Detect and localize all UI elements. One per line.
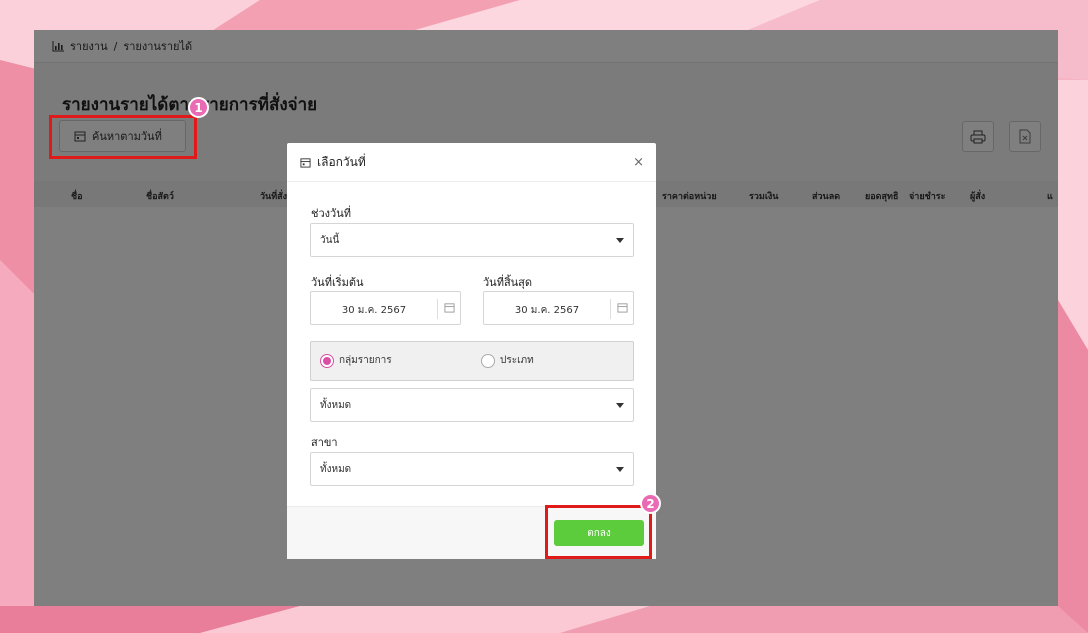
close-icon[interactable]: × [633, 155, 644, 170]
date-range-value: วันนี้ [320, 234, 340, 246]
end-date-label: วันที่สิ้นสุด [483, 276, 533, 289]
branch-value: ทั้งหมด [320, 463, 352, 475]
dialog-title: เลือกวันที่ [317, 154, 366, 169]
chevron-down-icon [616, 467, 624, 472]
radio-item-group[interactable]: กลุ่มรายการ [320, 353, 392, 368]
end-date-divider [610, 299, 611, 319]
radio-item-group-label: กลุ่มรายการ [339, 355, 392, 366]
start-date-input[interactable]: 30 ม.ค. 2567 [310, 291, 461, 325]
step-badge-1: 1 [188, 97, 209, 118]
highlight-ok-button [545, 505, 652, 559]
branch-label: สาขา [311, 436, 338, 449]
start-date-divider [437, 299, 438, 319]
filter-mode-radio-group: กลุ่มรายการ ประเภท [310, 341, 634, 381]
item-group-select[interactable]: ทั้งหมด [310, 388, 634, 422]
chevron-down-icon [616, 238, 624, 243]
item-group-value: ทั้งหมด [320, 399, 352, 411]
start-date-value: 30 ม.ค. 2567 [341, 305, 407, 316]
branch-select[interactable]: ทั้งหมด [310, 452, 634, 486]
calendar-icon[interactable] [617, 302, 628, 313]
chevron-down-icon [616, 403, 624, 408]
dialog-header: เลือกวันที่ [287, 143, 656, 182]
radio-item-type[interactable]: ประเภท [481, 353, 534, 368]
date-range-select[interactable]: วันนี้ [310, 223, 634, 257]
end-date-input[interactable]: 30 ม.ค. 2567 [483, 291, 634, 325]
end-date-value: 30 ม.ค. 2567 [514, 305, 580, 316]
date-range-label: ช่วงวันที่ [311, 207, 351, 220]
highlight-search-button [49, 115, 197, 159]
start-date-label: วันที่เริ่มต้น [311, 276, 364, 289]
step-badge-2: 2 [640, 493, 661, 514]
calendar-icon[interactable] [444, 302, 455, 313]
radio-item-type-label: ประเภท [500, 355, 534, 366]
radio-checked-icon [320, 353, 334, 368]
date-picker-dialog: เลือกวันที่ × ช่วงวันที่ วันนี้ วันที่เร… [287, 143, 656, 559]
radio-unchecked-icon [481, 353, 495, 368]
calendar-icon [300, 157, 311, 168]
